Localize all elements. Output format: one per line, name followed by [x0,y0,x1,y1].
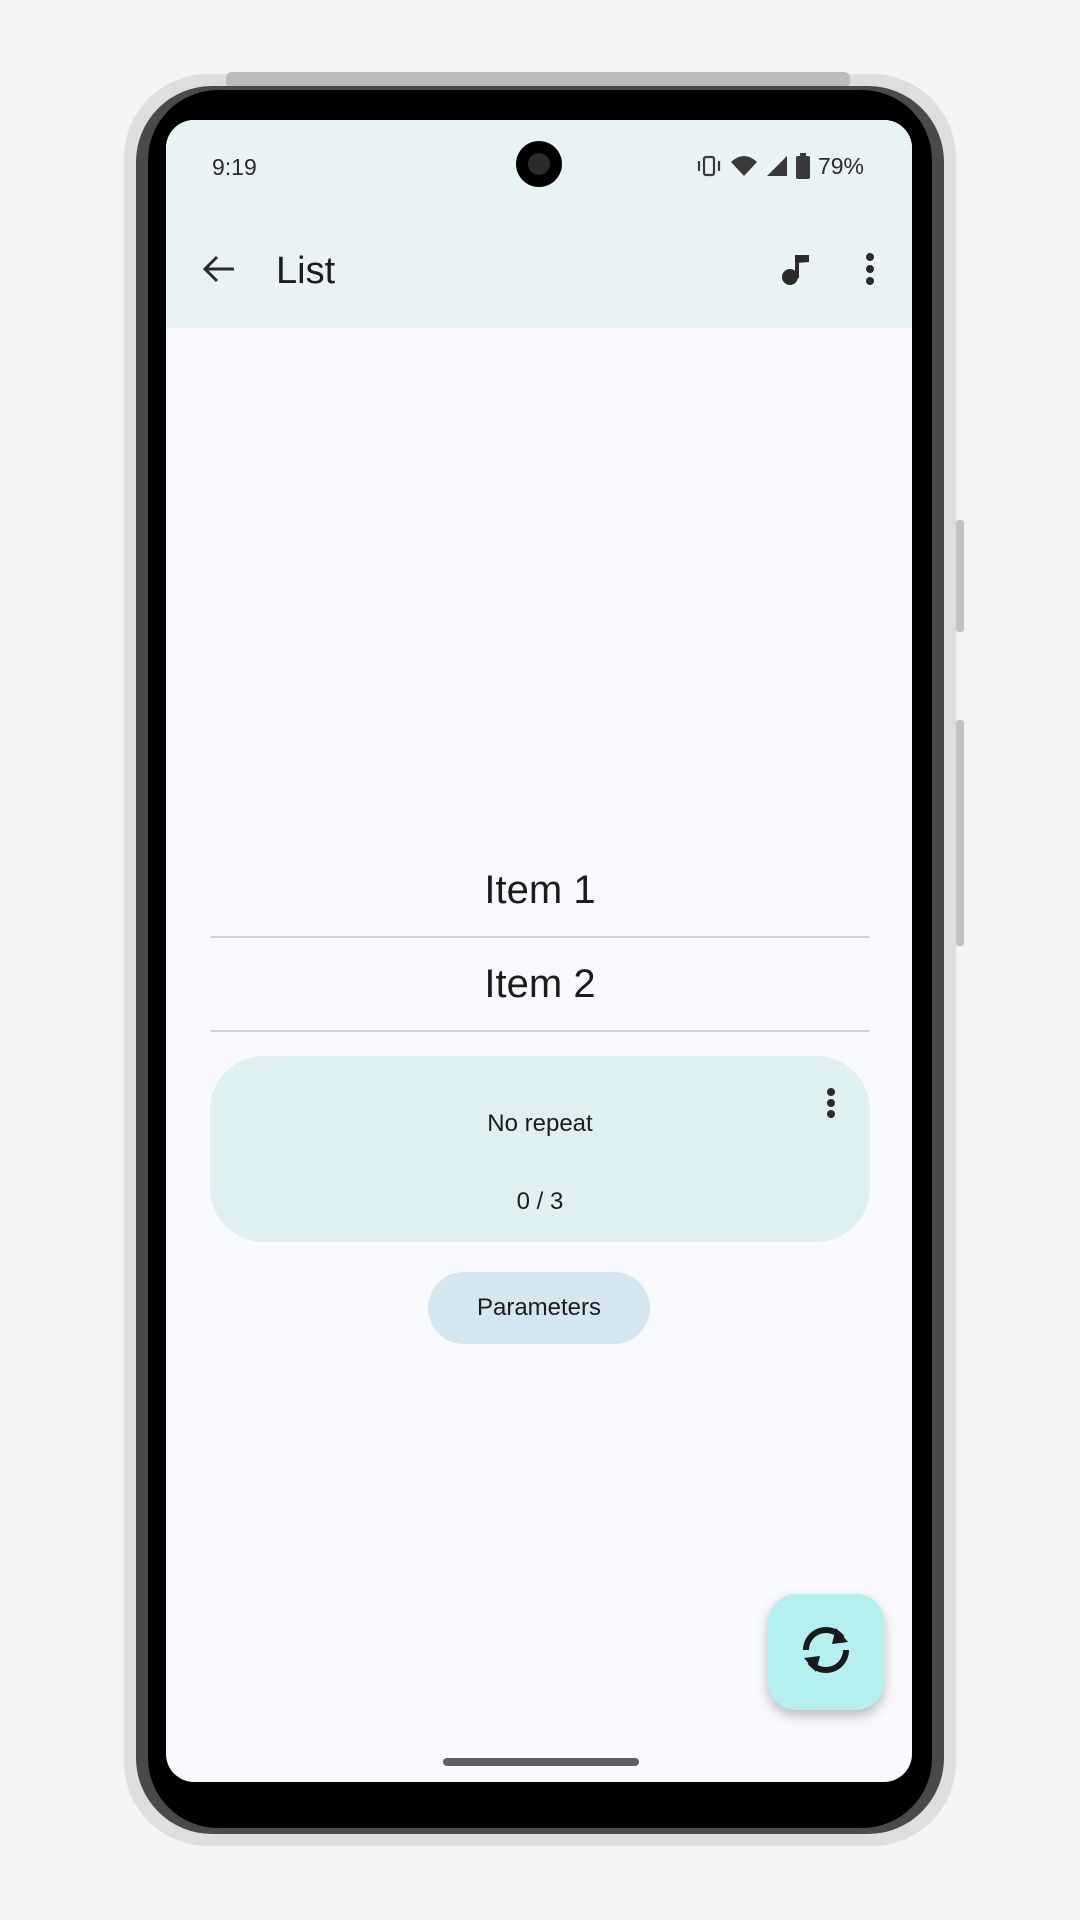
battery-icon [795,153,810,179]
volume-button [956,720,964,946]
cell-signal-icon [766,154,788,178]
more-options-button[interactable] [850,246,890,296]
card-more-button[interactable] [816,1080,846,1130]
battery-percent: 79% [817,152,864,179]
music-button[interactable] [772,246,822,296]
more-vert-icon [865,252,875,291]
more-vert-icon [826,1087,836,1124]
vibrate-icon [696,154,722,178]
top-app-bar: 9:19 79% List [166,120,912,328]
music-note-icon [779,251,815,292]
repeat-progress: 0 / 3 [516,1188,564,1215]
back-arrow-icon [202,254,236,289]
status-icons: 79% [696,152,864,180]
list-item[interactable]: Item 1 [210,844,870,938]
status-time: 9:19 [212,154,257,180]
list-item[interactable]: Item 2 [210,938,870,1032]
power-button [956,520,964,632]
refresh-icon [796,1620,856,1685]
wifi-icon [730,154,758,178]
refresh-fab[interactable] [768,1594,884,1710]
parameters-button[interactable]: Parameters [428,1272,650,1344]
home-indicator[interactable] [443,1758,639,1766]
repeat-card: No repeat 0 / 3 [210,1056,870,1242]
screen: 9:19 79% List Item 1 Item 2 No repeat 0 … [166,120,912,1782]
camera-cutout [516,141,562,187]
back-button[interactable] [192,244,246,298]
page-title: List [276,250,336,292]
repeat-mode: No repeat [487,1110,593,1137]
